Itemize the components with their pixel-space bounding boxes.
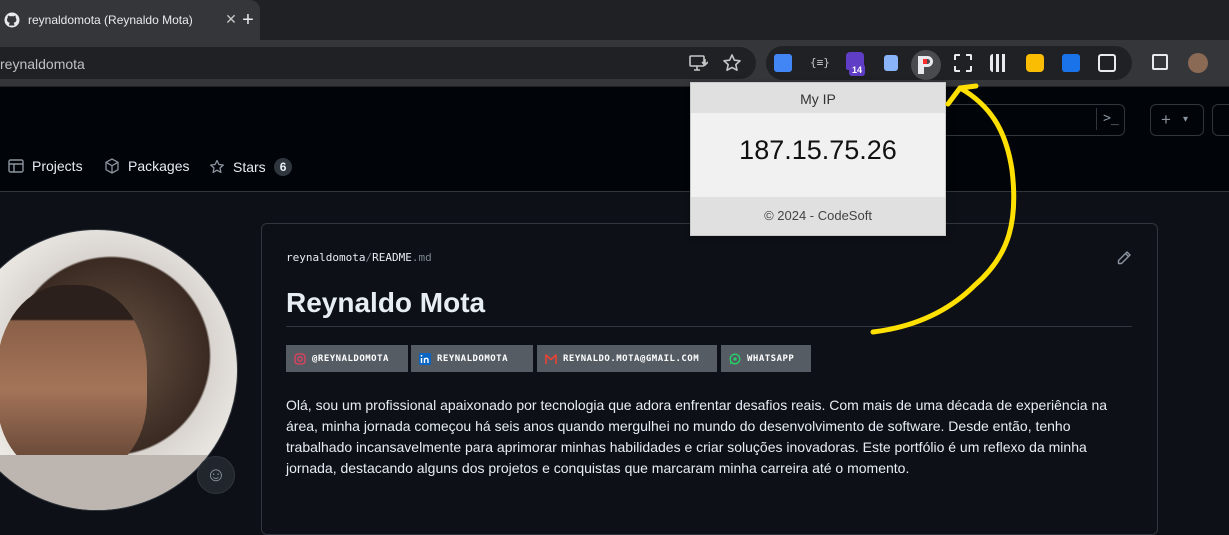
annotation-arrow [870,83,1017,335]
arrow-shaft [870,85,1017,335]
